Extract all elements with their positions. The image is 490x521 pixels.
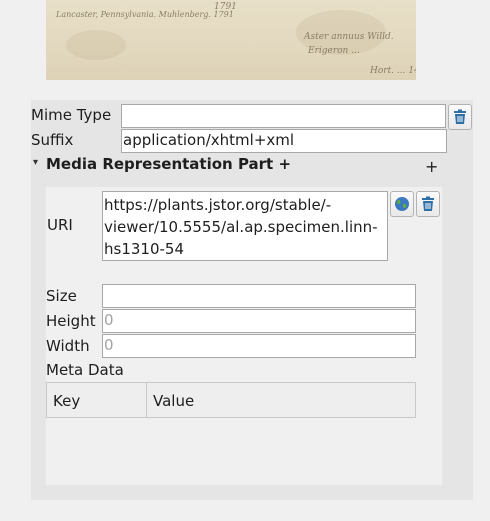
column-header-key[interactable]: Key — [53, 392, 80, 410]
column-header-value[interactable]: Value — [153, 392, 194, 410]
specimen-handwriting: Aster annuus Willd. — [304, 32, 394, 42]
delete-uri-button[interactable] — [416, 191, 440, 217]
add-part-button[interactable]: + — [425, 157, 438, 176]
uri-line: viewer/10.5555/al.ap.specimen.linn- — [104, 218, 378, 236]
size-input[interactable] — [102, 284, 416, 308]
trash-icon — [454, 109, 466, 124]
width-label: Width — [46, 337, 90, 355]
suffix-label: Suffix — [31, 131, 74, 149]
height-input[interactable]: 0 — [102, 309, 416, 333]
mime-type-label: Mime Type — [31, 106, 112, 124]
globe-icon — [395, 197, 409, 211]
specimen-handwriting: Erigeron ... — [308, 46, 360, 56]
uri-line: hs1310-54 — [104, 240, 184, 258]
height-label: Height — [46, 312, 96, 330]
meta-data-label: Meta Data — [46, 361, 124, 379]
trash-icon — [422, 196, 434, 211]
media-part-header[interactable]: Media Representation Part + — [46, 155, 291, 173]
uri-label: URI — [47, 216, 73, 234]
mime-type-input[interactable] — [121, 104, 446, 128]
uri-line: https://plants.jstor.org/stable/- — [104, 196, 332, 214]
meta-data-table-header: Key Value — [46, 382, 416, 418]
uri-textarea[interactable]: https://plants.jstor.org/stable/- viewer… — [102, 191, 388, 261]
specimen-handwriting: Hort. ... 14 — [370, 66, 416, 76]
collapse-arrow-icon[interactable]: ▾ — [33, 157, 38, 168]
specimen-handwriting: Lancaster, Pennsylvania. Muhlenberg. 179… — [56, 10, 234, 19]
column-divider[interactable] — [146, 383, 147, 417]
specimen-image: 1791 Lancaster, Pennsylvania. Muhlenberg… — [46, 0, 416, 80]
width-input[interactable]: 0 — [102, 334, 416, 358]
delete-mime-button[interactable] — [448, 104, 472, 130]
size-label: Size — [46, 287, 77, 305]
suffix-input[interactable]: application/xhtml+xml — [121, 129, 447, 153]
meta-data-table-body[interactable] — [46, 418, 416, 485]
paper-stain — [66, 30, 126, 60]
open-uri-button[interactable] — [390, 191, 414, 217]
